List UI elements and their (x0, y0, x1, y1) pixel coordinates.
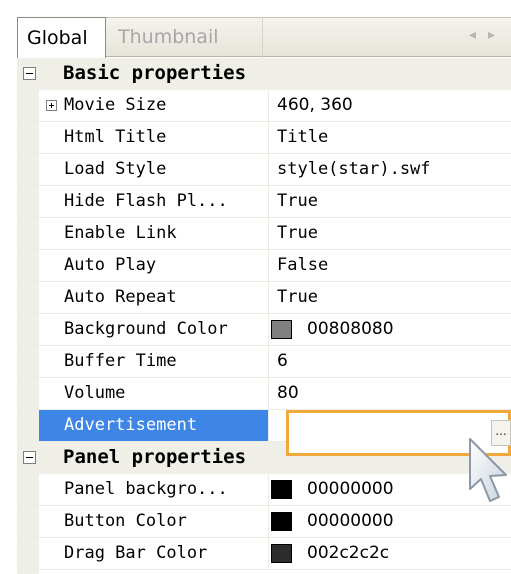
property-value[interactable]: 80 (277, 378, 299, 409)
property-row-drag-bar-color[interactable]: Drag Bar Color 002c2c2c (17, 538, 511, 570)
category-label: Basic properties (63, 62, 247, 84)
color-swatch (271, 512, 292, 531)
category-basic-properties[interactable]: Basic properties (17, 58, 511, 90)
column-divider[interactable] (268, 474, 269, 506)
property-row-button-color[interactable]: Button Color 00000000 (17, 506, 511, 538)
expand-icon[interactable] (46, 100, 57, 111)
property-value[interactable]: 6 (277, 346, 288, 377)
column-divider[interactable] (268, 250, 269, 282)
column-divider[interactable] (268, 218, 269, 250)
property-value[interactable]: 460, 360 (277, 90, 353, 121)
column-divider[interactable] (268, 346, 269, 378)
property-name: Advertisement (64, 415, 198, 435)
property-name: Panel backgro... (64, 479, 228, 499)
property-name: Auto Repeat (64, 287, 177, 307)
color-swatch (271, 544, 292, 563)
color-swatch (271, 320, 292, 339)
property-row-volume[interactable]: Volume 80 (17, 378, 511, 410)
property-value[interactable]: style(star).swf (277, 154, 431, 185)
property-row-panel-background[interactable]: Panel backgro... 00000000 (17, 474, 511, 506)
property-name: Button Color (64, 511, 187, 531)
property-row-background-color[interactable]: Background Color 00808080 (17, 314, 511, 346)
property-value[interactable]: 00000000 (307, 474, 394, 505)
property-value[interactable]: 00000000 (307, 506, 394, 537)
collapse-icon[interactable] (23, 451, 36, 464)
column-divider[interactable] (268, 282, 269, 314)
property-row-hide-flash-player[interactable]: Hide Flash Pl... True (17, 186, 511, 218)
collapse-icon[interactable] (23, 67, 36, 80)
property-name: Buffer Time (64, 351, 177, 371)
property-name: Enable Link (64, 223, 177, 243)
property-name: Drag Bar Color (64, 543, 208, 563)
column-divider[interactable] (268, 314, 269, 346)
tab-bar: Global Thumbnail ◂▸ (0, 0, 511, 58)
property-value[interactable]: True (277, 282, 318, 313)
column-divider[interactable] (268, 186, 269, 218)
column-divider[interactable] (268, 122, 269, 154)
property-name: Background Color (64, 319, 228, 339)
tab-strip: Global Thumbnail ◂▸ (17, 17, 511, 58)
property-name: Volume (64, 383, 126, 403)
category-label: Panel properties (63, 446, 247, 468)
property-row-enable-link[interactable]: Enable Link True (17, 218, 511, 250)
property-value[interactable]: True (277, 218, 318, 249)
color-swatch (271, 480, 292, 499)
column-divider[interactable] (268, 90, 269, 122)
property-value[interactable]: Title (277, 122, 328, 153)
tab-thumbnail[interactable]: Thumbnail (109, 17, 263, 58)
property-name: Html Title (64, 127, 167, 147)
column-divider[interactable] (268, 378, 269, 410)
tab-global[interactable]: Global (17, 17, 106, 58)
mouse-cursor-icon (469, 438, 507, 502)
property-name: Load Style (64, 159, 167, 179)
column-divider[interactable] (268, 538, 269, 570)
property-value[interactable]: 002c2c2c (307, 538, 389, 569)
property-row-load-style[interactable]: Load Style style(star).swf (17, 154, 511, 186)
property-name: Movie Size (64, 95, 167, 115)
tab-scroll-arrows-icon[interactable]: ◂▸ (469, 27, 507, 43)
property-row-buffer-time[interactable]: Buffer Time 6 (17, 346, 511, 378)
property-row-auto-repeat[interactable]: Auto Repeat True (17, 282, 511, 314)
property-name: Auto Play (64, 255, 157, 275)
property-row-html-title[interactable]: Html Title Title (17, 122, 511, 154)
column-divider[interactable] (268, 154, 269, 186)
property-value[interactable]: False (277, 250, 328, 281)
property-row-auto-play[interactable]: Auto Play False (17, 250, 511, 282)
property-grid: Basic properties Movie Size 460, 360 Htm… (17, 58, 511, 574)
property-row-movie-size[interactable]: Movie Size 460, 360 (17, 90, 511, 122)
property-value[interactable]: 00808080 (307, 314, 394, 345)
column-divider[interactable] (268, 410, 269, 442)
property-value[interactable]: True (277, 186, 318, 217)
column-divider[interactable] (268, 506, 269, 538)
property-name: Hide Flash Pl... (64, 191, 228, 211)
